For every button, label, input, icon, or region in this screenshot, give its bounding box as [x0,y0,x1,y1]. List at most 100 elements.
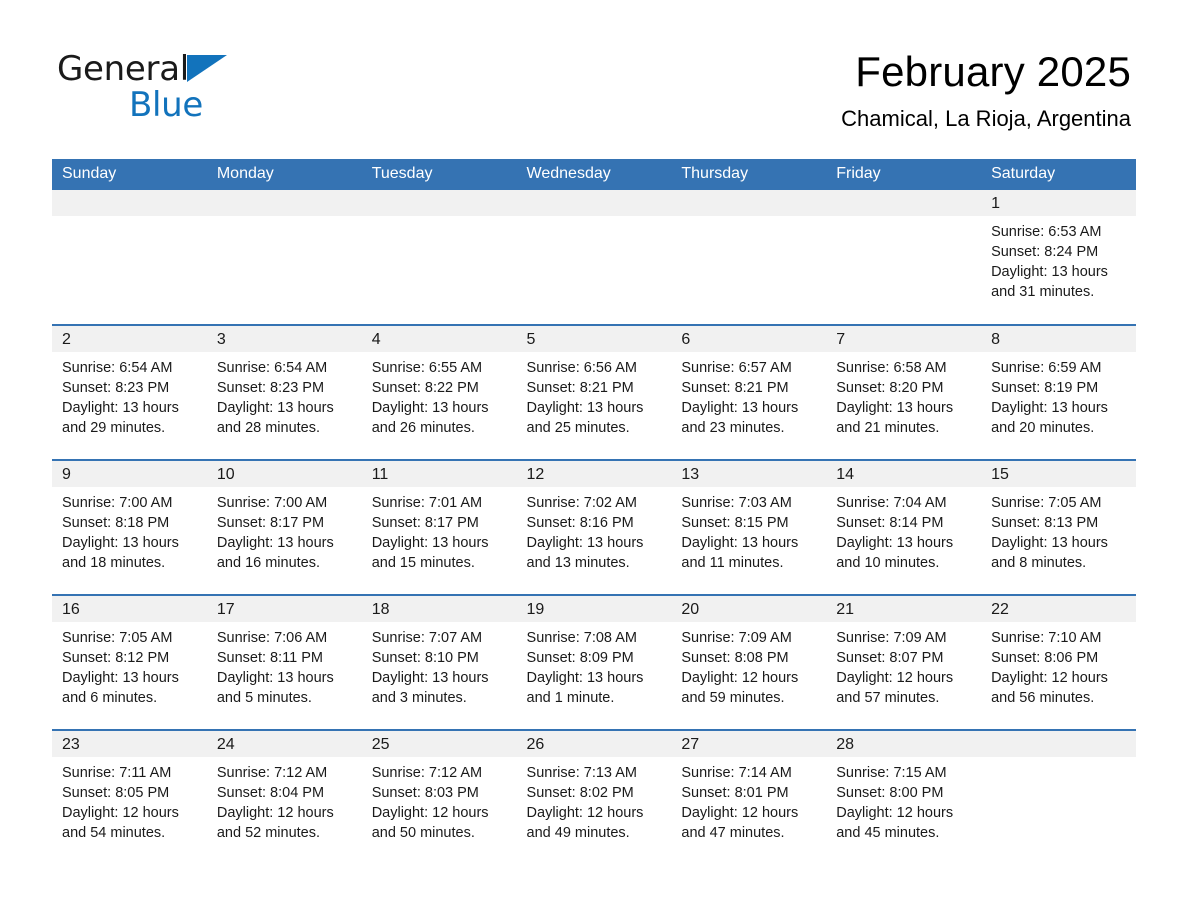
calendar-day-cell[interactable]: 17 Sunrise: 7:06 AM Sunset: 8:11 PM Dayligh… [206,594,362,730]
daylight-duration-line1: Daylight: 12 hours [526,805,644,821]
calendar-day-cell[interactable]: 7 Sunrise: 6:58 AM Sunset: 8:20 PM Daylight… [826,324,982,460]
day-number: 11 [361,461,517,487]
calendar-day-cell[interactable]: 11 Sunrise: 7:01 AM Sunset: 8:17 PM Dayligh… [361,459,517,595]
day-cell-inner: 14 Sunrise: 7:04 AM Sunset: 8:14 PM Dayligh… [826,461,982,594]
sunrise-time: Sunrise: 7:12 AM [216,765,328,781]
calendar-day-cell[interactable]: 26 Sunrise: 7:13 AM Sunset: 8:02 PM Dayligh… [516,729,672,865]
sunset-time: Sunset: 8:06 PM [991,650,1099,666]
daylight-duration-line2: and 3 minutes. [371,690,467,706]
calendar-day-cell[interactable]: 15 Sunrise: 7:05 AM Sunset: 8:13 PM Dayligh… [981,459,1136,595]
calendar-day-cell[interactable]: 10 Sunrise: 7:00 AM Sunset: 8:17 PM Dayligh… [206,459,362,595]
day-details: Sunrise: 7:03 AM Sunset: 8:15 PM Daylight:… [671,487,826,573]
daylight-duration-line2: and 25 minutes. [526,420,630,436]
day-number: 7 [826,326,982,352]
day-details: Sunrise: 7:04 AM Sunset: 8:14 PM Daylight:… [826,487,981,573]
sunrise-time: Sunrise: 7:01 AM [371,495,483,511]
calendar-day-cell[interactable]: 23 Sunrise: 7:11 AM Sunset: 8:05 PM Dayligh… [52,729,207,865]
calendar-day-cell[interactable]: 18 Sunrise: 7:07 AM Sunset: 8:10 PM Dayligh… [361,594,517,730]
day-cell-inner: 3 Sunrise: 6:54 AM Sunset: 8:23 PM Daylight… [206,326,362,459]
calendar-day-cell[interactable]: 20 Sunrise: 7:09 AM Sunset: 8:08 PM Dayligh… [671,594,827,730]
calendar-week-row: 23 Sunrise: 7:11 AM Sunset: 8:05 PM Dayligh… [52,729,1136,865]
sunset-time: Sunset: 8:22 PM [371,380,479,396]
daylight-duration-line1: Daylight: 13 hours [371,535,489,551]
daylight-duration-line1: Daylight: 13 hours [836,400,954,416]
calendar-day-cell[interactable]: 6 Sunrise: 6:57 AM Sunset: 8:21 PM Daylight… [671,324,827,460]
calendar-day-cell[interactable]: 13 Sunrise: 7:03 AM Sunset: 8:15 PM Dayligh… [671,459,827,595]
weekday-header-thursday: Thursday [671,159,827,190]
sunrise-time: Sunrise: 6:55 AM [371,360,483,376]
day-details: Sunrise: 7:15 AM Sunset: 8:00 PM Daylight:… [826,757,981,843]
sunrise-time: Sunrise: 6:53 AM [991,224,1102,240]
day-details: Sunrise: 6:54 AM Sunset: 8:23 PM Daylight:… [207,352,362,438]
calendar-page: General Blue February 2025 Chamical, La … [0,0,1188,918]
day-details: Sunrise: 7:12 AM Sunset: 8:03 PM Daylight:… [362,757,517,843]
day-cell-inner [826,190,982,324]
day-details: Sunrise: 6:53 AM Sunset: 8:24 PM Daylight:… [981,216,1136,302]
day-number: 20 [671,596,827,622]
logo-text-blue: Blue [129,85,204,125]
calendar-day-cell-empty [826,190,982,325]
day-details: Sunrise: 6:59 AM Sunset: 8:19 PM Daylight:… [981,352,1136,438]
daylight-duration-line2: and 5 minutes. [216,690,312,706]
calendar-day-cell[interactable]: 19 Sunrise: 7:08 AM Sunset: 8:09 PM Dayligh… [516,594,672,730]
day-number [671,190,827,216]
daylight-duration-line2: and 52 minutes. [216,825,321,841]
day-details: Sunrise: 7:11 AM Sunset: 8:05 PM Daylight:… [52,757,207,843]
day-cell-inner [52,190,207,324]
daylight-duration-line2: and 29 minutes. [62,420,166,436]
calendar-day-cell[interactable]: 9 Sunrise: 7:00 AM Sunset: 8:18 PM Daylight… [52,459,207,595]
calendar-day-cell[interactable]: 28 Sunrise: 7:15 AM Sunset: 8:00 PM Dayligh… [826,729,982,865]
calendar-week-row: 2 Sunrise: 6:54 AM Sunset: 8:23 PM Daylight… [52,324,1136,460]
sunset-time: Sunset: 8:24 PM [991,244,1099,260]
calendar-day-cell[interactable]: 12 Sunrise: 7:02 AM Sunset: 8:16 PM Dayligh… [516,459,672,595]
day-number [826,190,982,216]
sunrise-sunset-calendar: Sunday Monday Tuesday Wednesday Thursday… [52,159,1136,865]
calendar-day-cell-empty [361,190,517,325]
daylight-duration-line1: Daylight: 13 hours [991,535,1108,551]
calendar-day-cell[interactable]: 3 Sunrise: 6:54 AM Sunset: 8:23 PM Daylight… [206,324,362,460]
sunrise-time: Sunrise: 7:11 AM [62,765,172,781]
calendar-day-cell[interactable]: 21 Sunrise: 7:09 AM Sunset: 8:07 PM Dayligh… [826,594,982,730]
calendar-day-cell[interactable]: 25 Sunrise: 7:12 AM Sunset: 8:03 PM Dayligh… [361,729,517,865]
day-number: 16 [52,596,207,622]
day-number: 21 [826,596,982,622]
calendar-day-cell[interactable]: 14 Sunrise: 7:04 AM Sunset: 8:14 PM Dayligh… [826,459,982,595]
sunset-time: Sunset: 8:11 PM [216,650,323,666]
sunrise-time: Sunrise: 6:54 AM [62,360,173,376]
sunrise-time: Sunrise: 7:08 AM [526,630,637,646]
calendar-day-cell[interactable]: 27 Sunrise: 7:14 AM Sunset: 8:01 PM Dayligh… [671,729,827,865]
calendar-day-cell[interactable]: 22 Sunrise: 7:10 AM Sunset: 8:06 PM Dayligh… [981,594,1136,730]
calendar-day-cell[interactable]: 24 Sunrise: 7:12 AM Sunset: 8:04 PM Dayligh… [206,729,362,865]
day-details: Sunrise: 7:02 AM Sunset: 8:16 PM Daylight:… [517,487,672,573]
daylight-duration-line2: and 56 minutes. [991,690,1095,706]
day-details: Sunrise: 6:54 AM Sunset: 8:23 PM Daylight:… [52,352,207,438]
sunset-time: Sunset: 8:16 PM [526,515,634,531]
calendar-day-cell[interactable]: 16 Sunrise: 7:05 AM Sunset: 8:12 PM Dayligh… [52,594,207,730]
daylight-duration-line2: and 28 minutes. [216,420,321,436]
daylight-duration-line2: and 23 minutes. [681,420,785,436]
weekday-header-saturday: Saturday [981,159,1136,190]
day-cell-inner: 24 Sunrise: 7:12 AM Sunset: 8:04 PM Dayligh… [206,731,362,865]
daylight-duration-line1: Daylight: 12 hours [371,805,489,821]
day-details: Sunrise: 7:08 AM Sunset: 8:09 PM Daylight:… [517,622,672,708]
daylight-duration-line1: Daylight: 13 hours [216,400,334,416]
day-details: Sunrise: 7:09 AM Sunset: 8:08 PM Daylight:… [671,622,826,708]
calendar-day-cell[interactable]: 2 Sunrise: 6:54 AM Sunset: 8:23 PM Daylight… [52,324,207,460]
sunset-time: Sunset: 8:12 PM [62,650,170,666]
calendar-day-cell[interactable]: 8 Sunrise: 6:59 AM Sunset: 8:19 PM Daylight… [981,324,1136,460]
generalblue-logo: General Blue [57,52,277,122]
daylight-duration-line1: Daylight: 12 hours [681,670,799,686]
day-cell-inner: 27 Sunrise: 7:14 AM Sunset: 8:01 PM Dayligh… [671,731,827,865]
calendar-day-cell[interactable]: 4 Sunrise: 6:55 AM Sunset: 8:22 PM Daylight… [361,324,517,460]
day-number: 3 [206,326,362,352]
page-header: General Blue February 2025 Chamical, La … [0,0,1188,131]
calendar-day-cell[interactable]: 5 Sunrise: 6:56 AM Sunset: 8:21 PM Daylight… [516,324,672,460]
sunrise-time: Sunrise: 7:00 AM [62,495,173,511]
calendar-day-cell[interactable]: 1 Sunrise: 6:53 AM Sunset: 8:24 PM Daylight… [981,190,1136,325]
sunset-time: Sunset: 8:04 PM [216,785,325,801]
day-details: Sunrise: 6:58 AM Sunset: 8:20 PM Daylight:… [826,352,981,438]
sunrise-time: Sunrise: 7:14 AM [681,765,792,781]
daylight-duration-line1: Daylight: 13 hours [526,535,644,551]
weekday-header-row: Sunday Monday Tuesday Wednesday Thursday… [52,159,1136,190]
calendar-day-cell-empty [671,190,827,325]
